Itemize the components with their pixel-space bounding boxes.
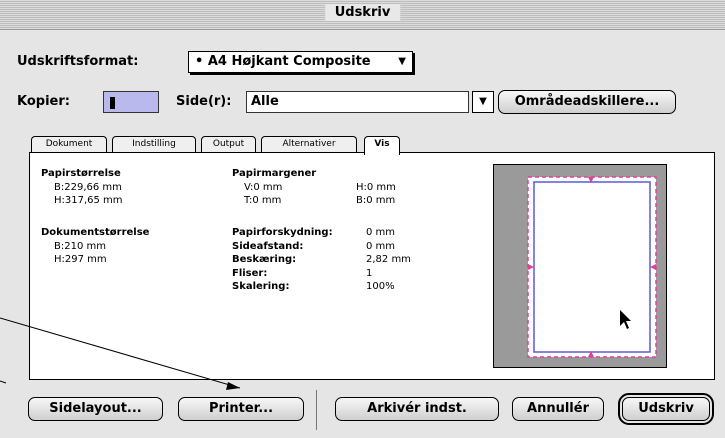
pages-field[interactable]: Alle [246,91,469,113]
copies-label: Kopier: [17,94,70,109]
chevron-down-icon: ▼ [479,96,487,107]
doc-height: H:297 mm [54,254,107,265]
doc-size-heading: Dokumentstørrelse [41,227,150,238]
pages-dropdown-button[interactable]: ▼ [472,91,494,113]
scaling-value: 100% [366,281,395,292]
paper-width: B:229,66 mm [54,182,122,193]
bleed-label: Beskæring: [232,254,297,265]
tab-preview[interactable]: Vis [364,136,400,155]
format-label: Udskriftsformat: [17,54,139,69]
tab-output[interactable]: Output [201,136,256,153]
paper-size-heading: Papirstørrelse [41,168,121,179]
format-value: • A4 Højkant Composite [195,54,371,69]
button-divider [316,390,317,430]
tab-options[interactable]: Alternativer [261,136,357,153]
margin-top: T:0 mm [244,195,282,206]
bleed-value: 2,82 mm [366,254,411,265]
printer-button[interactable]: Printer... [178,397,304,421]
paper-height: H:317,65 mm [54,195,123,206]
range-separators-button[interactable]: Områdeadskillere... [498,90,676,114]
paper-margins-heading: Papirmargener [232,168,317,179]
page-preview-graphic [527,176,657,358]
doc-width: B:210 mm [54,241,106,252]
margin-bottom: B:0 mm [356,195,396,206]
paper-offset-label: Papirforskydning: [232,227,333,238]
page-gap-label: Sideafstand: [232,241,304,252]
print-button[interactable]: Udskriv [618,393,714,425]
page-preview [493,164,667,368]
window-title: Udskriv [324,4,401,21]
tab-setup[interactable]: Indstilling [112,136,196,153]
cancel-button[interactable]: Annullér [512,397,604,421]
page-gap-value: 0 mm [366,241,396,252]
paper-outline [527,176,657,358]
margin-right: H:0 mm [356,182,396,193]
title-bar[interactable]: Udskriv [0,0,725,30]
scaling-label: Skalering: [232,281,290,292]
margin-left: V:0 mm [244,182,283,193]
save-settings-button[interactable]: Arkivér indst. [335,397,499,421]
tab-document[interactable]: Dokument [31,136,107,153]
tiles-label: Fliser: [232,268,268,279]
pages-value: Alle [251,94,279,109]
format-popup[interactable]: • A4 Højkant Composite ▼ [188,51,413,73]
pages-label: Side(r): [176,94,232,109]
page-setup-button[interactable]: Sidelayout... [28,397,163,421]
chevron-down-icon: ▼ [398,56,406,67]
copies-field[interactable]: 1 [103,91,159,113]
tiles-value: 1 [366,268,373,279]
text-cursor [110,96,115,109]
paper-offset-value: 0 mm [366,227,396,238]
